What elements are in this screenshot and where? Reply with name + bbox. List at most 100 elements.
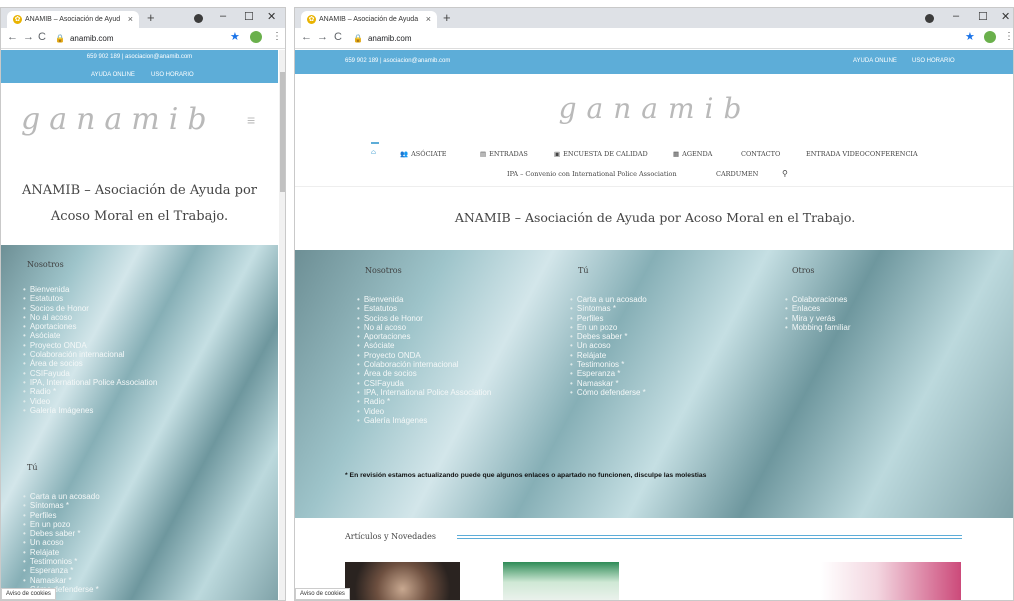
link-tu-5[interactable]: Un acoso xyxy=(570,341,647,350)
back-icon[interactable]: ← xyxy=(301,31,312,43)
article-thumbnail-1[interactable] xyxy=(345,562,460,600)
link-nosotros-7[interactable]: Colaboración internacional xyxy=(357,360,491,369)
link-tu-5[interactable]: Un acoso xyxy=(23,538,100,547)
maximize-button[interactable]: ☐ xyxy=(978,10,988,23)
close-window-button[interactable]: ✕ xyxy=(1001,10,1010,23)
link-nosotros-6[interactable]: Proyecto ONDA xyxy=(23,341,157,350)
menu-item-4[interactable]: CONTACTO xyxy=(738,150,780,158)
link-tu-1[interactable]: Síntomas * xyxy=(570,304,647,313)
link-otros-0[interactable]: Colaboraciones xyxy=(785,295,851,304)
link-nosotros-8[interactable]: Área de socios xyxy=(23,359,157,368)
forward-icon[interactable]: → xyxy=(317,31,328,43)
link-nosotros-3[interactable]: No al acoso xyxy=(23,313,157,322)
link-tu-0[interactable]: Carta a un acosado xyxy=(570,295,647,304)
tab-close-icon[interactable]: × xyxy=(128,14,133,24)
article-thumbnail-2[interactable] xyxy=(503,562,619,600)
menu-item-3[interactable]: ▦ AGENDA xyxy=(673,150,712,158)
menu-item-0[interactable]: 👥 ASÓCIATE xyxy=(400,150,447,158)
link-nosotros-0[interactable]: Bienvenida xyxy=(23,285,157,294)
browser-tab[interactable]: ✿ ANAMIB – Asociación de Ayuda × xyxy=(301,11,437,28)
link-nosotros-6[interactable]: Proyecto ONDA xyxy=(357,351,491,360)
link-tu-6[interactable]: Relájate xyxy=(570,351,647,360)
link-nosotros-8[interactable]: Área de socios xyxy=(357,369,491,378)
timezone-link[interactable]: USO HORARIO xyxy=(151,72,194,78)
link-tu-8[interactable]: Esperanza * xyxy=(23,566,100,575)
menu-item-ipa[interactable]: IPA – Convenio con International Police … xyxy=(507,170,677,178)
link-otros-2[interactable]: Mira y verás xyxy=(785,314,851,323)
link-nosotros-9[interactable]: CSIFayuda xyxy=(23,369,157,378)
link-nosotros-11[interactable]: Radio * xyxy=(357,397,491,406)
link-otros-3[interactable]: Mobbing familiar xyxy=(785,323,851,332)
link-tu-7[interactable]: Testimonios * xyxy=(23,557,100,566)
link-nosotros-12[interactable]: Video xyxy=(23,397,157,406)
tab-close-icon[interactable]: × xyxy=(426,14,431,24)
reload-icon[interactable]: C xyxy=(38,31,46,43)
link-tu-9[interactable]: Namaskar * xyxy=(570,379,647,388)
link-nosotros-5[interactable]: Asóciate xyxy=(23,331,157,340)
home-icon[interactable]: ⌂ xyxy=(371,148,376,156)
link-tu-8[interactable]: Esperanza * xyxy=(570,369,647,378)
link-nosotros-13[interactable]: Galería Imágenes xyxy=(357,416,491,425)
link-nosotros-9[interactable]: CSIFayuda xyxy=(357,379,491,388)
search-icon[interactable]: ⚲ xyxy=(782,169,788,178)
extension-icon[interactable] xyxy=(984,31,996,43)
new-tab-button[interactable]: + xyxy=(147,10,155,25)
link-tu-10[interactable]: Cómo defenderse * xyxy=(570,388,647,397)
bookmark-star-icon[interactable]: ★ xyxy=(230,30,240,43)
browser-menu-icon[interactable]: ⋮ xyxy=(272,31,282,42)
menu-item-2[interactable]: ▣ ENCUESTA DE CALIDAD xyxy=(554,150,648,158)
online-help-link[interactable]: AYUDA ONLINE xyxy=(853,58,897,64)
link-nosotros-2[interactable]: Socios de Honor xyxy=(357,314,491,323)
menu-item-cardumen[interactable]: CARDUMEN xyxy=(716,170,758,178)
link-nosotros-13[interactable]: Galería Imágenes xyxy=(23,406,157,415)
link-nosotros-2[interactable]: Socios de Honor xyxy=(23,304,157,313)
browser-menu-icon[interactable]: ⋮ xyxy=(1004,31,1013,42)
reload-icon[interactable]: C xyxy=(334,31,342,43)
link-nosotros-1[interactable]: Estatutos xyxy=(357,304,491,313)
link-tu-2[interactable]: Perfiles xyxy=(570,314,647,323)
link-nosotros-3[interactable]: No al acoso xyxy=(357,323,491,332)
scrollbar-thumb[interactable] xyxy=(280,72,285,192)
profile-icon[interactable] xyxy=(194,14,203,23)
timezone-link[interactable]: USO HORARIO xyxy=(912,58,955,64)
new-tab-button[interactable]: + xyxy=(443,10,451,25)
back-icon[interactable]: ← xyxy=(7,31,18,43)
link-nosotros-4[interactable]: Aportaciones xyxy=(357,332,491,341)
article-thumbnail-4[interactable] xyxy=(821,562,961,600)
online-help-link[interactable]: AYUDA ONLINE xyxy=(91,72,135,78)
link-nosotros-10[interactable]: IPA, International Police Association xyxy=(357,388,491,397)
link-tu-7[interactable]: Testimonios * xyxy=(570,360,647,369)
link-tu-3[interactable]: En un pozo xyxy=(570,323,647,332)
scrollbar[interactable] xyxy=(279,50,285,600)
link-tu-2[interactable]: Perfiles xyxy=(23,511,100,520)
link-nosotros-10[interactable]: IPA, International Police Association xyxy=(23,378,157,387)
maximize-button[interactable]: ☐ xyxy=(244,10,254,23)
forward-icon[interactable]: → xyxy=(23,31,34,43)
link-tu-9[interactable]: Namaskar * xyxy=(23,576,100,585)
link-tu-0[interactable]: Carta a un acosado xyxy=(23,492,100,501)
link-tu-6[interactable]: Relájate xyxy=(23,548,100,557)
browser-tab[interactable]: ✿ ANAMIB – Asociación de Ayud × xyxy=(7,11,139,28)
link-nosotros-12[interactable]: Video xyxy=(357,407,491,416)
link-tu-3[interactable]: En un pozo xyxy=(23,520,100,529)
profile-icon[interactable] xyxy=(925,14,934,23)
link-nosotros-4[interactable]: Aportaciones xyxy=(23,322,157,331)
link-otros-1[interactable]: Enlaces xyxy=(785,304,851,313)
link-nosotros-7[interactable]: Colaboración internacional xyxy=(23,350,157,359)
site-logo[interactable]: ganamib xyxy=(295,92,1013,125)
bookmark-star-icon[interactable]: ★ xyxy=(965,30,975,43)
extension-icon[interactable] xyxy=(250,31,262,43)
article-thumbnail-3-logo[interactable] xyxy=(663,562,783,600)
minimize-button[interactable]: – xyxy=(220,10,226,22)
link-nosotros-11[interactable]: Radio * xyxy=(23,387,157,396)
minimize-button[interactable]: – xyxy=(953,10,959,22)
link-tu-4[interactable]: Debes saber * xyxy=(23,529,100,538)
site-logo[interactable]: ganamib xyxy=(21,102,216,137)
menu-item-5[interactable]: ENTRADA VIDEOCONFERENCIA xyxy=(803,150,918,158)
link-tu-1[interactable]: Síntomas * xyxy=(23,501,100,510)
link-nosotros-5[interactable]: Asóciate xyxy=(357,341,491,350)
link-nosotros-1[interactable]: Estatutos xyxy=(23,294,157,303)
link-nosotros-0[interactable]: Bienvenida xyxy=(357,295,491,304)
link-tu-4[interactable]: Debes saber * xyxy=(570,332,647,341)
url-input[interactable]: 🔒 anamib.com xyxy=(55,31,114,46)
